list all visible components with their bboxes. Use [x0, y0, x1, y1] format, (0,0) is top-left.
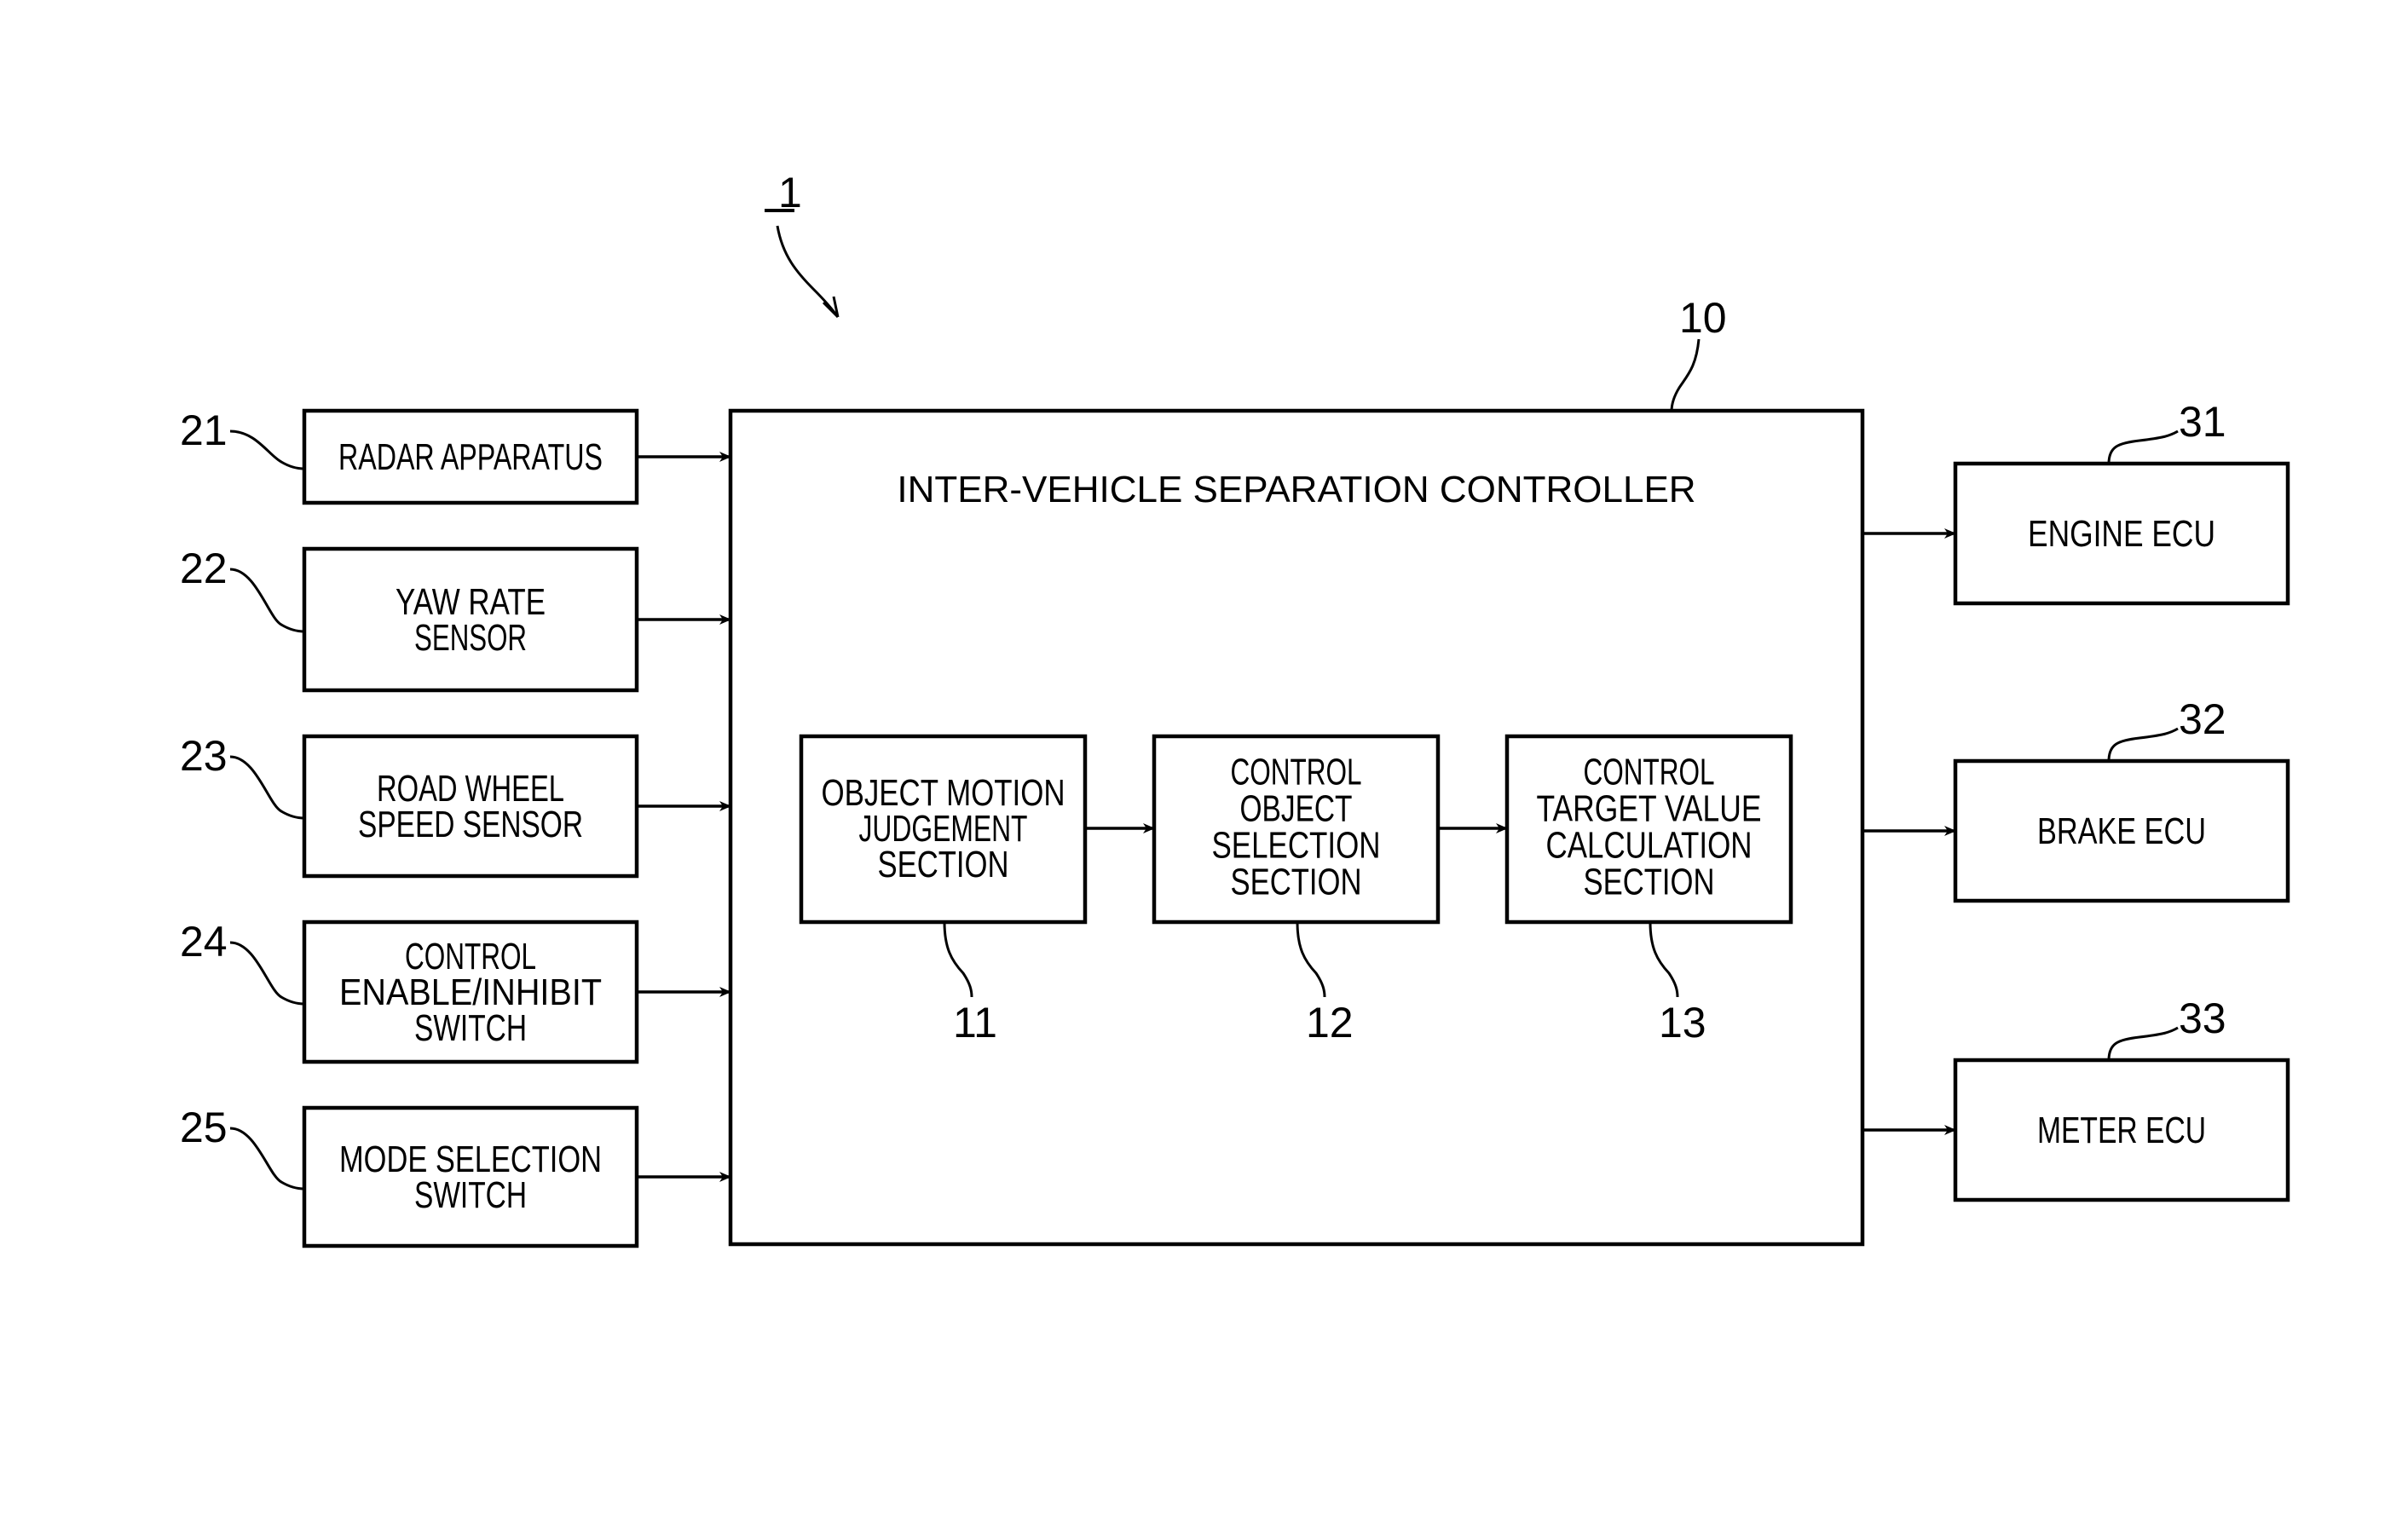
input-devices: RADAR APPARATUS21YAW RATESENSOR22ROAD WH…: [180, 406, 731, 1248]
output-ecus: ENGINE ECU 31 BRAKE ECU 32 METER ECU 33: [1862, 398, 2290, 1202]
section-ref-number: 11: [953, 999, 997, 1046]
output-label-line: METER ECU: [2037, 1110, 2206, 1151]
section-ref-number: 13: [1659, 999, 1706, 1046]
input-ref-leader: [229, 755, 305, 820]
input-label-line: SWITCH: [414, 1007, 527, 1049]
section-ref-number: 12: [1306, 999, 1354, 1046]
input-ref-number: 25: [180, 1104, 228, 1151]
output-ref-number: 32: [2179, 695, 2226, 743]
output-ref-number: 33: [2179, 994, 2226, 1042]
output-ref-leader: [2107, 1026, 2179, 1061]
system-ref-arrow-icon: [776, 225, 840, 318]
output-ref-leader: [2107, 430, 2179, 464]
input-ref-number: 21: [180, 406, 228, 454]
output-ref-number: 31: [2179, 398, 2226, 446]
section-label-line: SELECTION: [1212, 825, 1381, 867]
section-label-line: CALCULATION: [1546, 825, 1753, 867]
controller-title: INTER-VEHICLE SEPARATION CONTROLLER: [897, 469, 1695, 510]
input-ref-leader: [229, 1127, 305, 1191]
input-label-line: SENSOR: [414, 617, 527, 659]
input-label-line: RADAR APPARATUS: [338, 436, 603, 478]
input-ref-number: 23: [180, 732, 228, 780]
section-label-line: SECTION: [1231, 862, 1362, 903]
section-label-line: CONTROL: [1231, 752, 1362, 793]
section-label-line: OBJECT: [1240, 788, 1353, 830]
input-device-22: YAW RATESENSOR22: [180, 545, 731, 693]
input-ref-number: 22: [180, 545, 228, 592]
input-device-21: RADAR APPARATUS 21: [180, 406, 731, 505]
input-ref-leader: [229, 430, 305, 470]
section-label-line: CONTROL: [1584, 752, 1715, 793]
output-ecu-32: BRAKE ECU 32: [1862, 695, 2290, 903]
output-label-line: ENGINE ECU: [2028, 513, 2215, 555]
controller-ref-leader: [1670, 338, 1701, 412]
input-ref-number: 24: [180, 918, 228, 966]
section-label-line: SECTION: [1584, 862, 1715, 903]
output-label-line: BRAKE ECU: [2037, 810, 2206, 852]
input-label-line: SWITCH: [414, 1174, 527, 1216]
input-device-25: MODE SELECTIONSWITCH25: [180, 1104, 731, 1248]
block-diagram: 1 INTER-VEHICLE SEPARATION CONTROLLER 10…: [180, 169, 2290, 1248]
section-label-line: TARGET VALUE: [1537, 788, 1762, 830]
output-ref-leader: [2107, 727, 2179, 762]
system-reference: 1: [765, 169, 840, 319]
input-ref-leader: [229, 941, 305, 1006]
input-device-23: ROAD WHEELSPEED SENSOR23: [180, 732, 731, 879]
output-ecu-33: METER ECU 33: [1862, 994, 2290, 1202]
section-label-line: SECTION: [878, 844, 1009, 885]
input-label-line: SPEED SENSOR: [358, 804, 583, 845]
output-ecu-31: ENGINE ECU 31: [1862, 398, 2290, 606]
input-ref-leader: [229, 568, 305, 633]
controller-ref-number: 10: [1679, 294, 1727, 342]
input-device-24: CONTROLENABLE/INHIBITSWITCH24: [180, 918, 731, 1064]
